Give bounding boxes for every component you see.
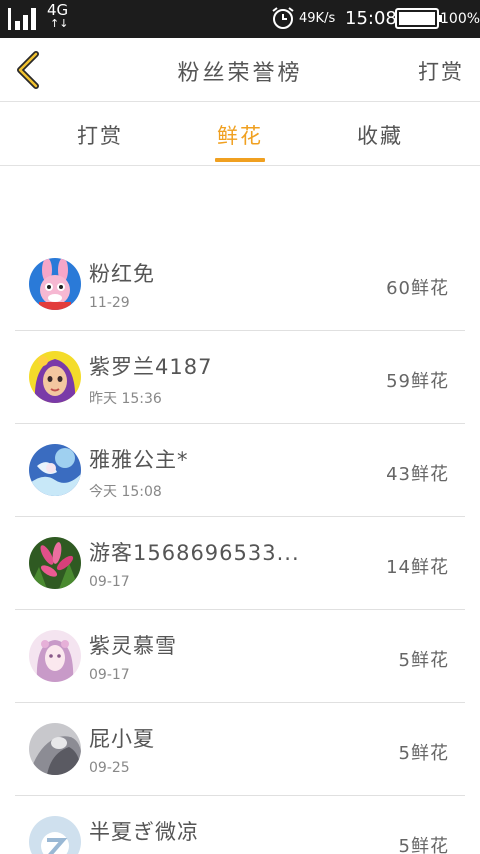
battery-percent: 100% bbox=[440, 11, 480, 27]
list-item[interactable]: 粉红免 11-29 60鲜花 bbox=[15, 238, 465, 331]
flower-count: 14鲜花 bbox=[386, 557, 449, 578]
active-tab-indicator bbox=[215, 158, 265, 162]
flower-count: 5鲜花 bbox=[398, 836, 449, 854]
network-activity-arrows: ↑↓ bbox=[50, 17, 69, 30]
avatar bbox=[29, 537, 81, 589]
fan-date: 今天 15:08 bbox=[89, 484, 162, 500]
fan-name: 雅雅公主* bbox=[89, 448, 189, 472]
tab-reward[interactable]: 打赏 bbox=[50, 120, 150, 150]
fan-date: 09-17 bbox=[89, 667, 130, 683]
fan-name: 紫罗兰4187 bbox=[89, 355, 213, 379]
list-item[interactable]: 游客1568696533... 09-17 14鲜花 bbox=[15, 517, 465, 610]
list-item[interactable]: 雅雅公主* 今天 15:08 43鲜花 bbox=[15, 424, 465, 517]
clock-time: 15:08 bbox=[345, 8, 397, 29]
flower-count: 43鲜花 bbox=[386, 464, 449, 485]
avatar bbox=[29, 816, 81, 854]
fan-name: 粉红免 bbox=[89, 262, 155, 286]
ranking-tabs: 打赏 鲜花 收藏 bbox=[0, 102, 480, 166]
flower-count: 5鲜花 bbox=[398, 743, 449, 764]
status-bar: 4G ↑↓ 49K/s 15:08 100% bbox=[0, 0, 480, 38]
fan-date: 11-29 bbox=[89, 295, 130, 311]
fan-date: 昨天 15:36 bbox=[89, 391, 162, 407]
avatar bbox=[29, 630, 81, 682]
flower-count: 59鲜花 bbox=[386, 371, 449, 392]
fan-name: 半夏ぎ微凉 bbox=[89, 820, 199, 844]
list-item[interactable]: 紫灵慕雪 09-17 5鲜花 bbox=[15, 610, 465, 703]
fan-date: 09-25 bbox=[89, 760, 130, 776]
fan-name: 屁小夏 bbox=[89, 727, 155, 751]
list-item[interactable]: 屁小夏 09-25 5鲜花 bbox=[15, 703, 465, 796]
flower-count: 5鲜花 bbox=[398, 650, 449, 671]
network-type: 4G ↑↓ bbox=[47, 2, 68, 30]
page-title: 粉丝荣誉榜 bbox=[177, 61, 303, 86]
tab-flowers[interactable]: 鲜花 bbox=[190, 120, 290, 150]
top-nav-bar: 粉丝荣誉榜 打赏 bbox=[0, 38, 480, 102]
avatar bbox=[29, 444, 81, 496]
fan-ranking-list: 粉红免 11-29 60鲜花 紫罗兰4187 昨天 15:36 59鲜花 雅雅公… bbox=[15, 238, 465, 854]
fan-date: 09-17 bbox=[89, 574, 130, 590]
signal-bars-icon bbox=[8, 8, 36, 30]
avatar bbox=[29, 351, 81, 403]
network-speed: 49K/s bbox=[299, 11, 336, 26]
avatar bbox=[29, 258, 81, 310]
list-item[interactable]: 紫罗兰4187 昨天 15:36 59鲜花 bbox=[15, 331, 465, 424]
alarm-clock-icon bbox=[272, 7, 294, 29]
battery-icon bbox=[395, 8, 442, 29]
list-item[interactable]: 半夏ぎ微凉 5鲜花 bbox=[15, 796, 465, 854]
tab-favorites[interactable]: 收藏 bbox=[330, 120, 430, 150]
flower-count: 60鲜花 bbox=[386, 278, 449, 299]
fan-name: 游客1568696533... bbox=[89, 541, 299, 565]
avatar bbox=[29, 723, 81, 775]
reward-button[interactable]: 打赏 bbox=[418, 56, 464, 86]
fan-name: 紫灵慕雪 bbox=[89, 634, 177, 658]
